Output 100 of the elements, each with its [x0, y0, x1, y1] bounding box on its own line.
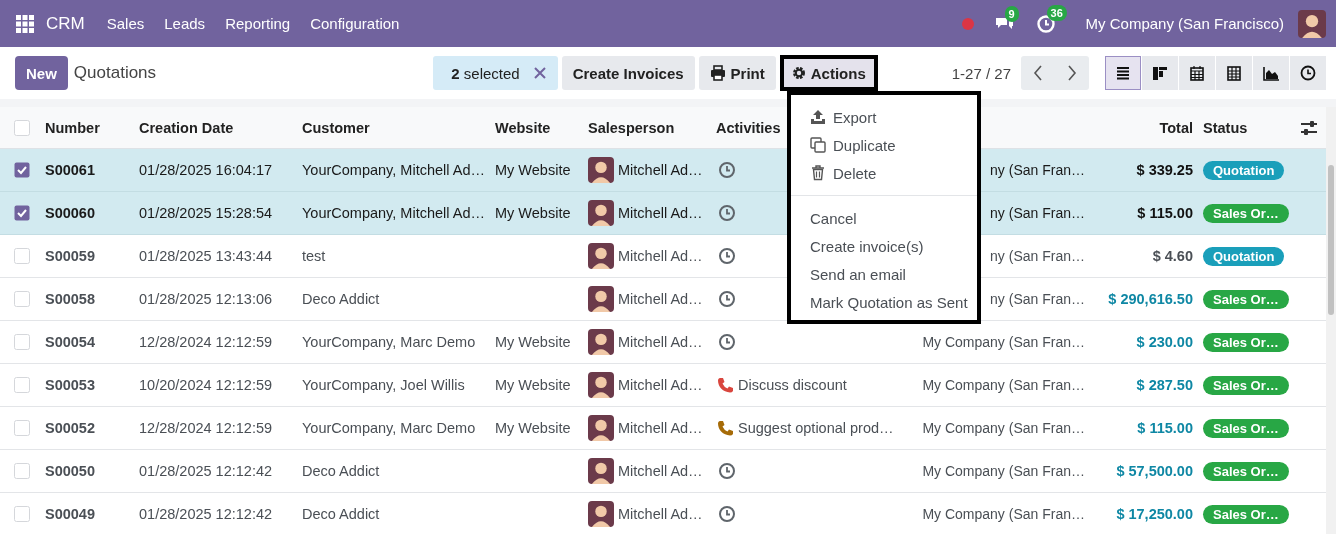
- checkbox[interactable]: [14, 162, 30, 178]
- table-cell-text: S00061: [45, 162, 96, 178]
- column-header[interactable]: Customer: [302, 119, 495, 136]
- table-cell-text: $ 230.00: [1135, 334, 1193, 350]
- table-cell-text: 12/28/2024 12:12:59: [139, 420, 274, 436]
- app-name[interactable]: CRM: [46, 13, 85, 34]
- print-button[interactable]: Print: [698, 56, 776, 90]
- view-switch-button[interactable]: [1105, 56, 1141, 90]
- menu-item-label: Create invoice(s): [810, 237, 924, 255]
- clock-icon[interactable]: [718, 333, 736, 351]
- avatar-icon: [588, 501, 614, 527]
- table-cell-text: $ 17,250.00: [1115, 506, 1193, 522]
- selection-count: 2 selected: [451, 64, 520, 82]
- status-badge: Sales Or…: [1203, 461, 1289, 481]
- table-cell-text: Deco Addict: [302, 506, 381, 522]
- table-cell: ny (San Fran…: [990, 205, 1085, 221]
- company-switcher[interactable]: My Company (San Francisco): [1085, 15, 1284, 32]
- table-cell: Mitchell Ad…: [618, 334, 703, 350]
- menu-item[interactable]: Configuration: [310, 15, 400, 32]
- table-cell-text: $ 287.50: [1135, 377, 1193, 393]
- column-header[interactable]: Salesperson: [588, 119, 716, 136]
- clock-icon[interactable]: [718, 290, 736, 308]
- table-cell: My Company (San Fran…: [922, 377, 1085, 393]
- menu-item[interactable]: Leads: [164, 15, 206, 32]
- menu-item-label: Duplicate: [833, 136, 896, 154]
- menu-item[interactable]: Create invoice(s): [791, 232, 977, 260]
- menu-item[interactable]: Reporting: [225, 15, 291, 32]
- activity-text[interactable]: Suggest optional prod…: [738, 420, 894, 436]
- message-count-badge: 9: [1004, 5, 1019, 22]
- menu-item[interactable]: Export: [791, 103, 977, 131]
- apps-grid-icon[interactable]: [16, 14, 34, 33]
- table-cell-text: YourCompany, Marc Demo: [302, 420, 477, 436]
- avatar-icon[interactable]: [1298, 9, 1326, 38]
- grid-table-icon: [1225, 64, 1243, 82]
- table-cell-text: 01/28/2025 12:12:42: [139, 463, 274, 479]
- clock-icon[interactable]: [718, 204, 736, 222]
- column-header[interactable]: Total: [1085, 119, 1193, 136]
- checkbox[interactable]: [14, 119, 30, 136]
- table-cell-text: My Website: [495, 205, 572, 221]
- checkbox[interactable]: [14, 205, 30, 221]
- status-badge: Sales Or…: [1203, 289, 1289, 309]
- avatar-icon: [588, 286, 614, 312]
- table-cell-text: YourCompany, Joel Willis: [302, 377, 466, 393]
- record-dot-icon: [961, 17, 974, 30]
- table-cell-text: S00053: [45, 377, 96, 393]
- clock-icon[interactable]: [718, 247, 736, 265]
- checkbox[interactable]: [14, 420, 30, 436]
- menu-item[interactable]: Sales: [106, 15, 145, 32]
- checkbox[interactable]: [14, 334, 30, 350]
- menu-item[interactable]: Duplicate: [791, 131, 977, 159]
- table-cell-text: S00052: [45, 420, 96, 436]
- table-cell-text: $ 57,500.00: [1115, 463, 1193, 479]
- phone-icon[interactable]: [716, 419, 734, 437]
- checkbox[interactable]: [14, 506, 30, 522]
- menu-item[interactable]: Mark Quotation as Sent: [791, 288, 977, 316]
- phone-icon[interactable]: [716, 376, 734, 394]
- clock-icon[interactable]: [718, 462, 736, 480]
- clock-icon[interactable]: [718, 505, 736, 523]
- avatar-icon: [588, 329, 614, 355]
- table-cell: Mitchell Ad…: [618, 420, 703, 436]
- table-cell: Mitchell Ad…: [618, 248, 703, 264]
- checkbox[interactable]: [14, 248, 30, 264]
- trash-icon: [810, 165, 826, 181]
- close-icon[interactable]: [533, 67, 546, 79]
- create-invoices-button[interactable]: Create Invoices: [561, 56, 695, 90]
- clock-icon: [1299, 64, 1317, 82]
- chevron-right-icon: [1067, 65, 1077, 81]
- new-button[interactable]: New: [15, 56, 68, 90]
- status-badge: Sales Or…: [1203, 375, 1289, 395]
- status-badge: Quotation: [1203, 160, 1285, 180]
- table-cell: Mitchell Ad…: [618, 205, 703, 221]
- table-cell-text: My Website: [495, 377, 572, 393]
- status-badge: Quotation: [1203, 246, 1285, 266]
- menu-item[interactable]: Delete: [791, 159, 977, 187]
- table-cell: My Company (San Fran…: [922, 463, 1085, 479]
- status-badge: Sales Or…: [1203, 504, 1289, 524]
- scrollbar[interactable]: [1326, 107, 1336, 534]
- menu-item[interactable]: Cancel: [791, 204, 977, 232]
- activity-text[interactable]: Discuss discount: [738, 377, 847, 393]
- checkbox[interactable]: [14, 377, 30, 393]
- clock-icon[interactable]: [718, 161, 736, 179]
- menu-item[interactable]: Send an email: [791, 260, 977, 288]
- column-header[interactable]: Website: [495, 119, 588, 136]
- column-header[interactable]: Creation Date: [139, 119, 302, 136]
- table-cell-text: $ 339.25: [1135, 162, 1193, 178]
- menu-item-label: Mark Quotation as Sent: [810, 293, 968, 311]
- table-cell-text: 01/28/2025 16:04:17: [139, 162, 274, 178]
- actions-button[interactable]: Actions: [779, 55, 878, 91]
- column-settings-icon[interactable]: [1300, 119, 1318, 136]
- table-cell-text: My Website: [495, 162, 572, 178]
- table-cell-text: 01/28/2025 12:12:42: [139, 506, 274, 522]
- area-chart-icon: [1262, 64, 1280, 82]
- checkbox[interactable]: [14, 291, 30, 307]
- table-cell-text: S00060: [45, 205, 96, 221]
- column-header[interactable]: Number: [45, 119, 139, 136]
- avatar-icon: [588, 243, 614, 269]
- checkbox[interactable]: [14, 463, 30, 479]
- column-header[interactable]: Status: [1203, 119, 1300, 136]
- table-cell: My Company (San Fran…: [922, 420, 1085, 436]
- table-cell-text: S00058: [45, 291, 96, 307]
